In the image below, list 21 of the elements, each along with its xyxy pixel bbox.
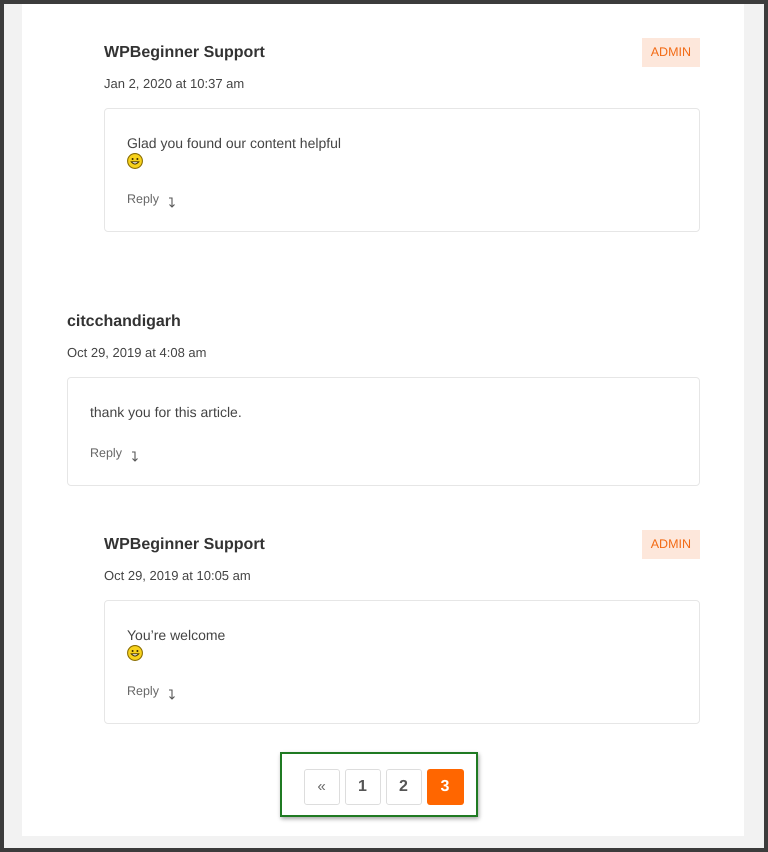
reply-arrow-icon <box>130 451 139 462</box>
comment-author: citcchandigarh <box>67 312 181 332</box>
reply-link[interactable]: Reply <box>127 683 159 699</box>
comment-text: Glad you found our content helpful <box>127 134 342 152</box>
reply-arrow-icon <box>168 197 176 208</box>
page-button[interactable]: 1 <box>344 769 380 805</box>
comment-date: Jan 2, 2020 at 10:37 am <box>104 75 244 93</box>
comment-date: Oct 29, 2019 at 4:08 am <box>67 344 206 362</box>
reply-link[interactable]: Reply <box>90 445 122 461</box>
page-button[interactable]: 3 <box>426 769 464 805</box>
comment-author: WPBeginner Support <box>104 43 265 63</box>
admin-badge: ADMIN <box>642 38 700 67</box>
reply-arrow-icon <box>168 689 176 700</box>
admin-badge: ADMIN <box>642 530 700 559</box>
comment-date: Oct 29, 2019 at 10:05 am <box>104 567 251 585</box>
comment-author: WPBeginner Support <box>104 535 265 555</box>
reply-link[interactable]: Reply <box>127 191 159 207</box>
page-button[interactable]: 2 <box>386 769 422 805</box>
previous-page-button[interactable]: « <box>304 769 340 805</box>
comment-text: You’re welcome <box>127 626 226 644</box>
comment-text: thank you for this article. <box>90 403 242 421</box>
